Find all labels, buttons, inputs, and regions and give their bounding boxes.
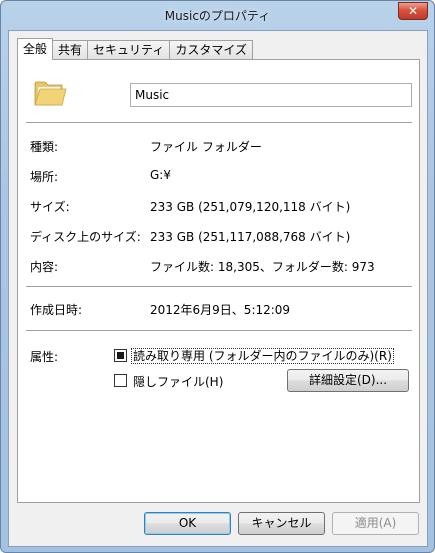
folder-icon [34, 81, 67, 106]
general-panel: 種類: ファイル フォルダー 場所: G:¥ サイズ: 233 GB (251,… [17, 59, 420, 503]
tab-general[interactable]: 全般 [17, 38, 54, 60]
size-value: 233 GB (251,079,120,118 バイト) [150, 200, 351, 214]
separator [26, 286, 412, 287]
advanced-button[interactable]: 詳細設定(D)... [287, 369, 409, 392]
window-title: Musicのプロパティ [164, 9, 271, 23]
created-value: 2012年6月9日、5:12:09 [150, 303, 291, 317]
readonly-label-text: 読み取り専用 (フォルダー内のファイルのみ)(R) [131, 348, 394, 364]
disk-size-label: ディスク上のサイズ: [30, 230, 141, 244]
title-bar[interactable]: Musicのプロパティ ✕ [1, 1, 434, 29]
separator [26, 330, 412, 331]
tab-customize[interactable]: カスタマイズ [169, 40, 253, 60]
type-value: ファイル フォルダー [150, 140, 262, 154]
close-button[interactable]: ✕ [398, 2, 428, 20]
attributes-label: 属性: [30, 350, 59, 364]
size-label: サイズ: [30, 200, 70, 214]
created-label: 作成日時: [30, 303, 83, 317]
hidden-checkbox-label[interactable]: 隠しファイル(H) [133, 373, 223, 390]
readonly-checkbox-label[interactable]: 読み取り専用 (フォルダー内のファイルのみ)(R) [131, 347, 394, 364]
cancel-button[interactable]: キャンセル [238, 512, 325, 535]
hidden-checkbox[interactable] [114, 374, 127, 387]
separator [26, 122, 412, 123]
tab-strip: 全般 共有 セキュリティ カスタマイズ [17, 38, 253, 60]
contents-label: 内容: [30, 260, 59, 274]
location-value: G:¥ [150, 168, 171, 182]
contents-value: ファイル数: 18,305、フォルダー数: 973 [150, 260, 375, 274]
close-icon: ✕ [407, 4, 419, 18]
apply-button[interactable]: 適用(A) [332, 512, 419, 535]
type-label: 種類: [30, 140, 59, 154]
disk-size-value: 233 GB (251,117,088,768 バイト) [150, 230, 351, 244]
folder-name-input[interactable] [130, 83, 412, 107]
location-label: 場所: [30, 170, 59, 184]
tab-sharing[interactable]: 共有 [52, 40, 89, 60]
readonly-checkbox[interactable] [114, 349, 127, 362]
ok-button[interactable]: OK [144, 512, 231, 535]
tab-security[interactable]: セキュリティ [87, 40, 171, 60]
dialog-client: 全般 共有 セキュリティ カスタマイズ 種類: ファイル フォルダー 場所: G… [8, 30, 428, 547]
properties-window: Musicのプロパティ ✕ 全般 共有 セキュリティ カスタマイズ 種類: ファ… [0, 0, 435, 553]
